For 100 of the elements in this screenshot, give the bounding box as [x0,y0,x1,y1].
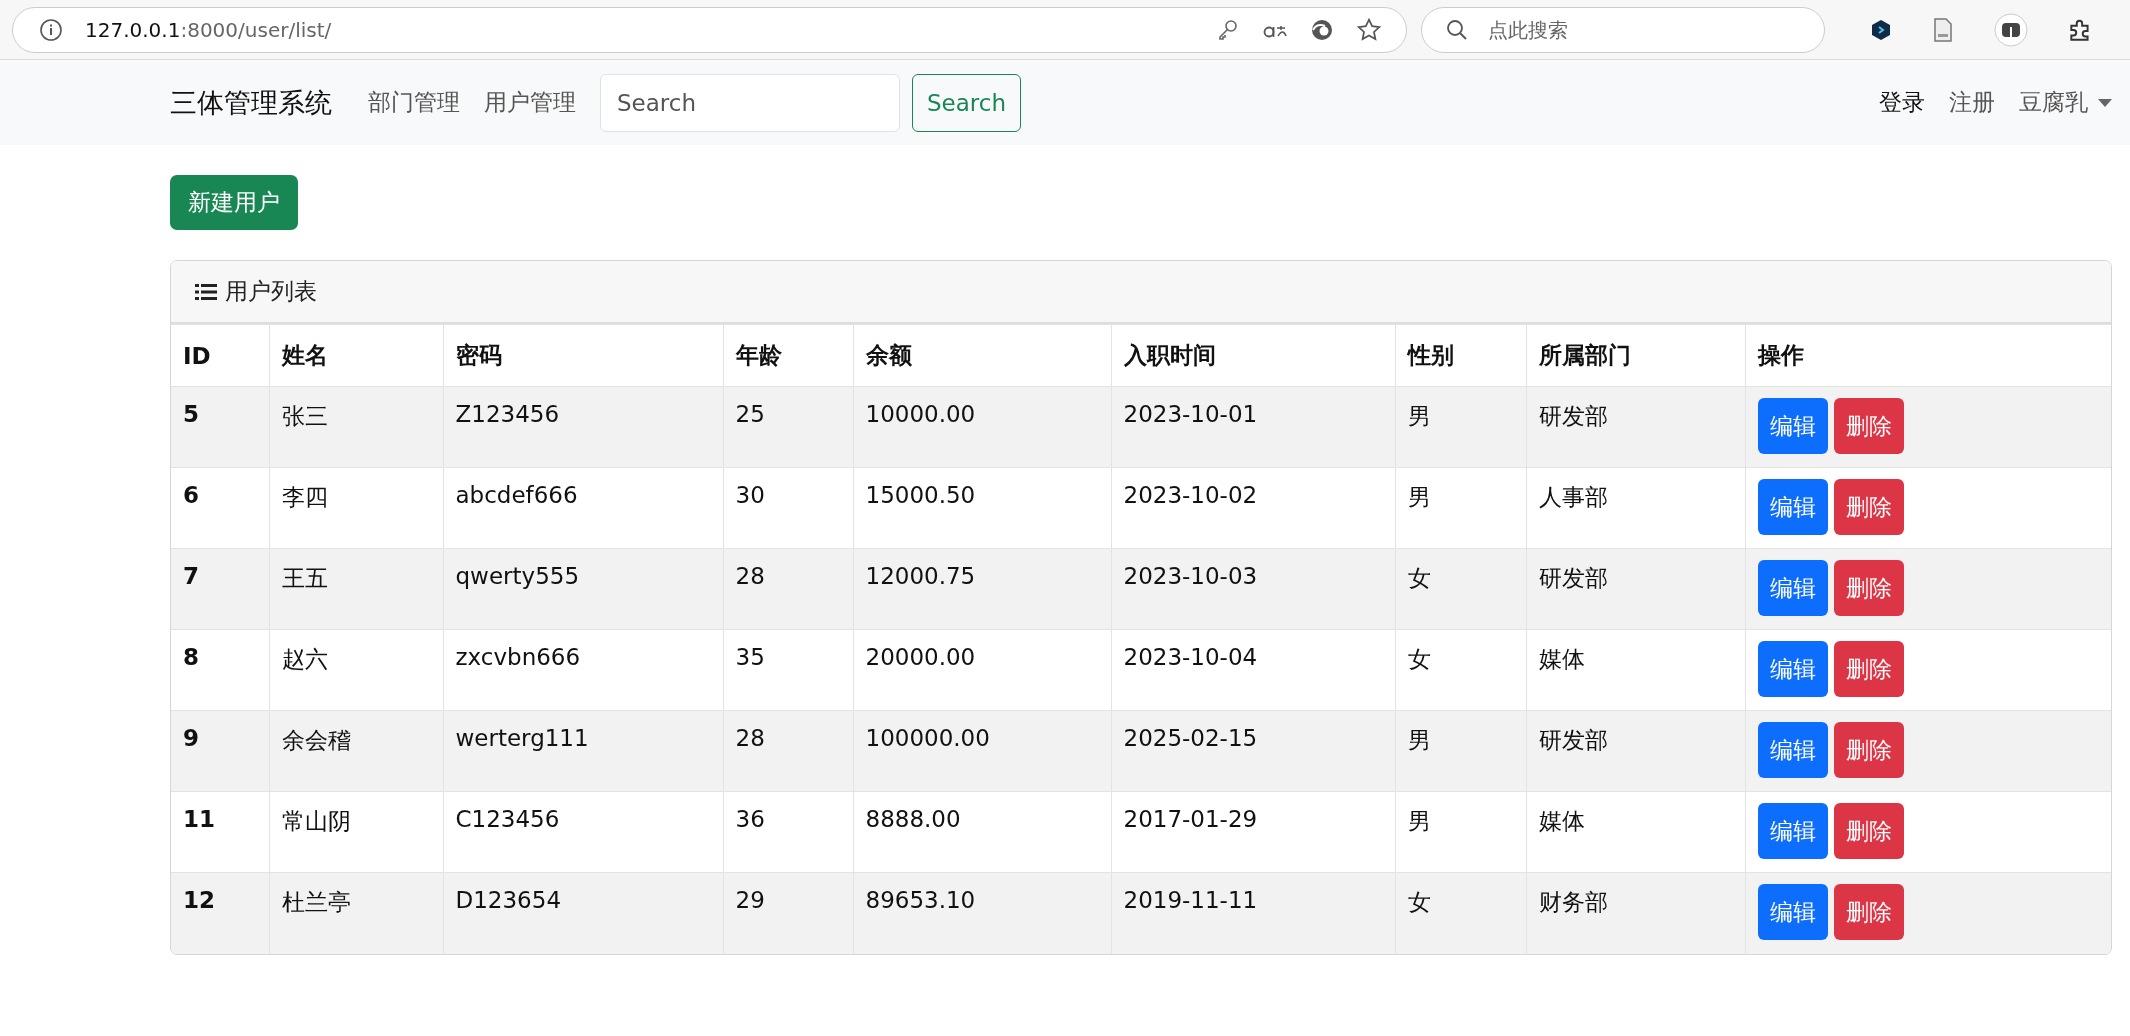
edit-button[interactable]: 编辑 [1757,803,1828,859]
list-icon [195,282,217,301]
table-cell: 研发部 [1526,386,1745,468]
column-header: 密码 [443,324,723,387]
table-cell: 女 [1395,629,1526,711]
delete-button[interactable]: 删除 [1833,641,1904,697]
address-bar[interactable]: 127.0.0.1:8000/user/list/ [12,6,1407,53]
nav-link[interactable]: 登录 [1879,87,1925,118]
table-cell: 5 [171,386,269,468]
column-header: 姓名 [269,324,443,387]
extension-icon[interactable] [1869,17,1893,42]
column-header: 余额 [853,324,1111,387]
nav-link[interactable]: 注册 [1949,87,1995,118]
delete-button[interactable]: 删除 [1833,398,1904,454]
table-cell: 张三 [269,386,443,468]
column-header: 性别 [1395,324,1526,387]
table-cell: abcdef666 [443,467,723,549]
nav-link[interactable]: 用户管理 [484,87,576,118]
column-header: 入职时间 [1111,324,1395,387]
edit-button[interactable]: 编辑 [1757,641,1828,697]
table-cell: werterg111 [443,710,723,792]
user-menu[interactable]: 豆腐乳 [2019,87,2112,118]
table-cell: 2023-10-02 [1111,467,1395,549]
info-icon[interactable] [39,17,63,42]
table-cell: 男 [1395,386,1526,468]
table-cell: 2023-10-01 [1111,386,1395,468]
table-cell: Z123456 [443,386,723,468]
delete-button[interactable]: 删除 [1833,884,1904,940]
brand-link[interactable]: 三体管理系统 [170,84,332,121]
document-icon[interactable] [1931,16,1955,43]
table-cell: 余会稽 [269,710,443,792]
nav-link[interactable]: 部门管理 [368,87,460,118]
edit-button[interactable]: 编辑 [1757,884,1828,940]
table-cell: 研发部 [1526,710,1745,792]
table-cell: 10000.00 [853,386,1111,468]
avatar-icon[interactable] [1993,11,2029,48]
column-header: 所属部门 [1526,324,1745,387]
star-icon[interactable] [1356,16,1382,43]
table-cell: qwerty555 [443,548,723,630]
table-cell: 7 [171,548,269,630]
url-text: 127.0.0.1:8000/user/list/ [85,17,332,42]
table-cell: 女 [1395,872,1526,954]
table-cell: 2023-10-04 [1111,629,1395,711]
new-user-button[interactable]: 新建用户 [170,175,298,230]
table-cell: 8 [171,629,269,711]
table-cell: 人事部 [1526,467,1745,549]
table-cell: 12000.75 [853,548,1111,630]
table-cell: zxcvbn666 [443,629,723,711]
search-field[interactable]: Search [600,73,900,132]
column-header: 操作 [1745,324,2111,387]
table-cell: 财务部 [1526,872,1745,954]
table-cell: 36 [723,791,853,873]
table-cell: 28 [723,710,853,792]
table-cell: 6 [171,467,269,549]
edit-button[interactable]: 编辑 [1757,560,1828,616]
table-cell: 常山阴 [269,791,443,873]
table-cell: D123654 [443,872,723,954]
browser-search-field[interactable]: 点此搜索 [1421,6,1825,53]
edit-button[interactable]: 编辑 [1757,398,1828,454]
table-cell: 20000.00 [853,629,1111,711]
table-cell: 2023-10-03 [1111,548,1395,630]
edit-button[interactable]: 编辑 [1757,722,1828,778]
table-cell: 媒体 [1526,629,1745,711]
table-cell: 30 [723,467,853,549]
table-cell: 29 [723,872,853,954]
table-cell: 25 [723,386,853,468]
table-cell: 11 [171,791,269,873]
table-cell: 89653.10 [853,872,1111,954]
table-cell: 9 [171,710,269,792]
table-cell: 男 [1395,467,1526,549]
table-cell: 媒体 [1526,791,1745,873]
table-cell: 王五 [269,548,443,630]
delete-button[interactable]: 删除 [1833,560,1904,616]
column-header: 年龄 [723,324,853,387]
delete-button[interactable]: 删除 [1833,803,1904,859]
table-cell: 杜兰亭 [269,872,443,954]
table-cell: 男 [1395,710,1526,792]
table-cell: 8888.00 [853,791,1111,873]
table-cell: C123456 [443,791,723,873]
table-cell: 15000.50 [853,467,1111,549]
table-cell: 李四 [269,467,443,549]
edit-button[interactable]: 编辑 [1757,479,1828,535]
key-icon[interactable] [1216,17,1240,42]
table-cell: 2019-11-11 [1111,872,1395,954]
table-cell: 100000.00 [853,710,1111,792]
table-cell: 女 [1395,548,1526,630]
swirl-icon[interactable] [1310,17,1334,42]
table-cell: 12 [171,872,269,954]
table-cell: 28 [723,548,853,630]
delete-button[interactable]: 删除 [1833,722,1904,778]
table-cell: 2017-01-29 [1111,791,1395,873]
caret-icon [2098,98,2112,107]
table-cell: 2025-02-15 [1111,710,1395,792]
column-header: ID [171,324,269,387]
table-cell: 赵六 [269,629,443,711]
delete-button[interactable]: 删除 [1833,479,1904,535]
card-title: 用户列表 [225,277,317,306]
table-cell: 35 [723,629,853,711]
search-button[interactable]: Search [912,73,1022,132]
table-cell: 研发部 [1526,548,1745,630]
